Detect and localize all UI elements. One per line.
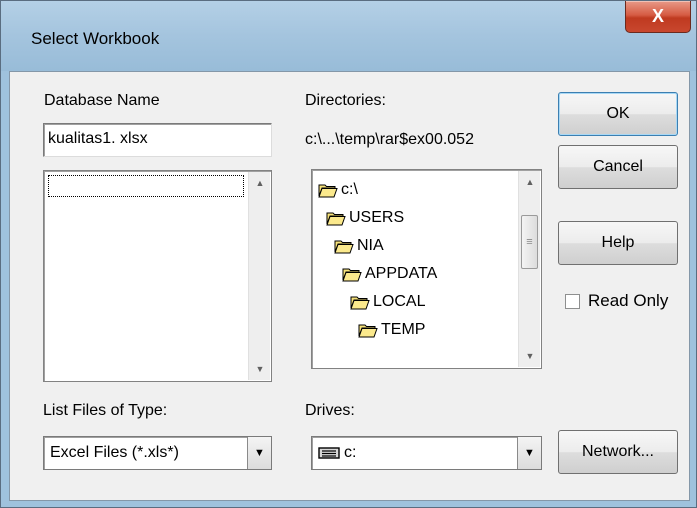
- directory-item[interactable]: USERS: [326, 207, 404, 229]
- dialog-body: Database Name kualitas1. xlsx ▲ ▼ Direct…: [9, 71, 690, 501]
- file-list-focus-row[interactable]: [48, 175, 244, 197]
- directory-item[interactable]: NIA: [334, 235, 384, 257]
- folder-open-icon: [350, 295, 370, 310]
- directory-item[interactable]: APPDATA: [342, 263, 437, 285]
- current-directory-path: c:\...\temp\rar$ex00.052: [305, 131, 474, 148]
- file-list-scrollbar[interactable]: ▲ ▼: [248, 172, 270, 380]
- folder-open-icon: [358, 323, 378, 338]
- directory-item-label: c:\: [341, 181, 358, 198]
- close-button[interactable]: X: [625, 1, 691, 33]
- directory-item-label: LOCAL: [373, 293, 426, 310]
- cancel-button-label: Cancel: [593, 158, 643, 175]
- close-icon: X: [651, 6, 664, 26]
- scroll-down-arrow-icon[interactable]: ▼: [519, 345, 541, 367]
- directory-item[interactable]: c:\: [318, 179, 358, 201]
- directory-item-label: NIA: [357, 237, 384, 254]
- directory-item-label: USERS: [349, 209, 405, 226]
- window-title: Select Workbook: [31, 29, 160, 48]
- file-listbox[interactable]: ▲ ▼: [43, 170, 272, 382]
- network-button[interactable]: Network...: [558, 430, 678, 474]
- help-button-label: Help: [601, 234, 635, 251]
- directory-item-label: TEMP: [381, 321, 426, 338]
- read-only-checkbox-box[interactable]: [565, 293, 580, 309]
- directory-listbox[interactable]: c:\ USERS NIA APPDATA LOCAL TEMP ▲ ≡ ▼: [311, 169, 542, 369]
- help-button[interactable]: Help: [558, 221, 678, 265]
- cancel-button[interactable]: Cancel: [558, 145, 678, 189]
- drives-label: Drives:: [305, 402, 355, 419]
- network-button-label: Network...: [581, 443, 654, 460]
- folder-open-icon: [342, 267, 362, 282]
- ok-button[interactable]: OK: [558, 92, 678, 136]
- directory-scrollbar[interactable]: ▲ ≡ ▼: [518, 171, 540, 367]
- directory-item[interactable]: TEMP: [358, 319, 425, 341]
- scroll-down-arrow-icon[interactable]: ▼: [249, 358, 271, 380]
- folder-open-icon: [318, 183, 338, 198]
- drive-icon: [318, 447, 340, 459]
- folder-open-icon: [334, 239, 354, 254]
- scroll-thumb[interactable]: ≡: [521, 215, 538, 269]
- read-only-checkbox[interactable]: Read Only: [565, 291, 668, 311]
- database-name-value: kualitas1. xlsx: [48, 130, 148, 147]
- file-type-value: Excel Files (*.xls*): [50, 444, 179, 461]
- scroll-up-arrow-icon[interactable]: ▲: [249, 172, 271, 194]
- directory-item[interactable]: LOCAL: [350, 291, 425, 313]
- drives-value: c:: [344, 444, 357, 461]
- folder-open-icon: [326, 211, 346, 226]
- file-type-label: List Files of Type:: [43, 402, 168, 419]
- drives-select[interactable]: c: ▼: [311, 436, 542, 470]
- database-name-input[interactable]: kualitas1. xlsx: [43, 123, 272, 157]
- chevron-down-icon[interactable]: ▼: [247, 437, 271, 469]
- chevron-down-icon[interactable]: ▼: [517, 437, 541, 469]
- title-bar[interactable]: Select Workbook X: [1, 1, 696, 71]
- read-only-label: Read Only: [588, 291, 669, 310]
- ok-button-label: OK: [606, 105, 630, 122]
- directory-item-label: APPDATA: [365, 265, 438, 282]
- database-name-label: Database Name: [44, 92, 160, 109]
- scroll-up-arrow-icon[interactable]: ▲: [519, 171, 541, 193]
- select-workbook-dialog: Select Workbook X Database Name kualitas…: [0, 0, 697, 508]
- drives-value-wrap: c:: [312, 444, 517, 462]
- directories-label: Directories:: [305, 92, 386, 109]
- file-type-select[interactable]: Excel Files (*.xls*) ▼: [43, 436, 272, 470]
